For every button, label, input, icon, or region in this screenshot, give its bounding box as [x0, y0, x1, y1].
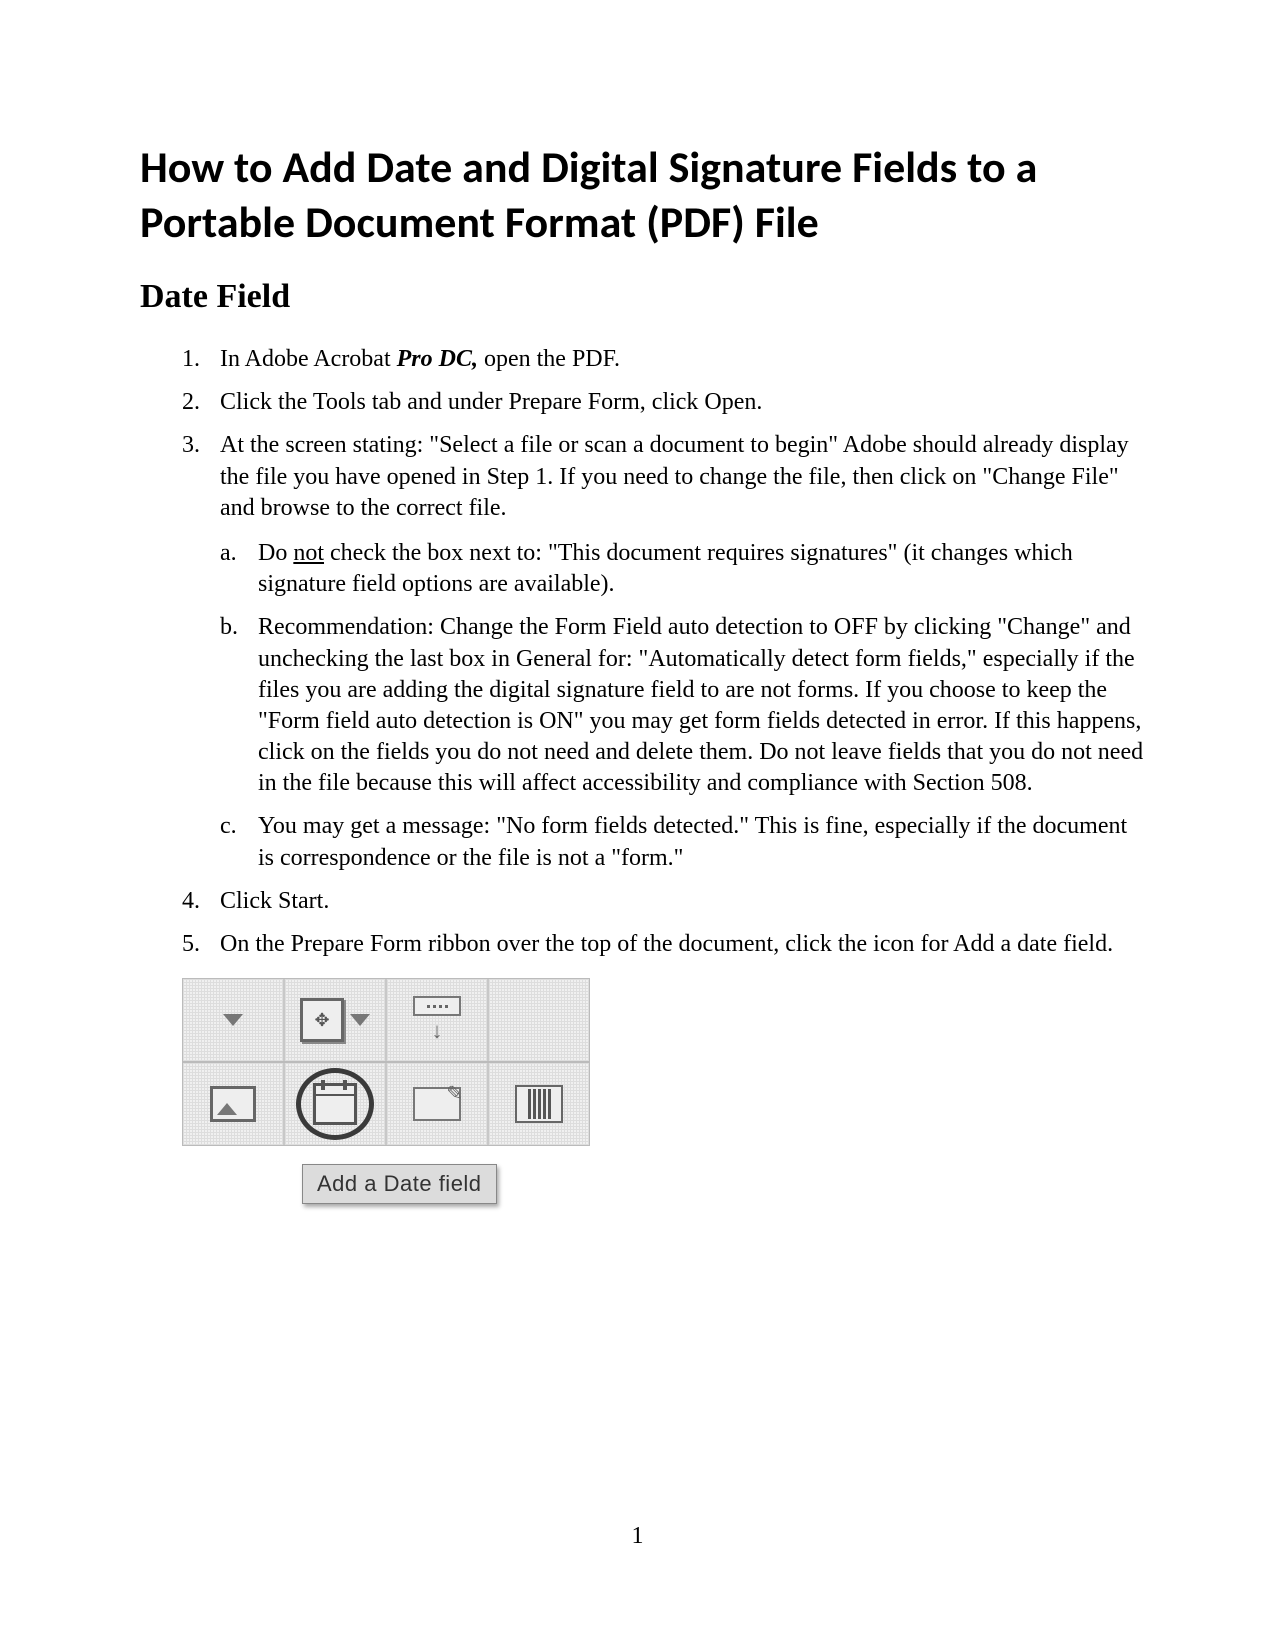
substep-marker: c.	[220, 811, 237, 842]
barcode-icon	[515, 1085, 563, 1123]
ribbon-screenshot: ✥ ↓	[182, 978, 1145, 1204]
ribbon-empty-cell	[489, 979, 589, 1061]
ribbon-row-top: ✥ ↓	[183, 979, 589, 1061]
ribbon-dropdown-field-cell: ↓	[387, 979, 489, 1061]
move-tool-icon: ✥	[300, 998, 344, 1042]
step-text: Click the Tools tab and under Prepare Fo…	[220, 389, 762, 415]
substep-text: Do not check the box next to: "This docu…	[258, 540, 1073, 597]
chevron-down-icon	[350, 1014, 370, 1026]
substep-marker: b.	[220, 612, 238, 643]
step-1: 1. In Adobe Acrobat Pro DC, open the PDF…	[182, 344, 1145, 375]
calendar-icon	[313, 1083, 357, 1125]
ribbon-date-field-cell	[285, 1063, 387, 1145]
step-marker: 5.	[182, 929, 200, 960]
step-text: On the Prepare Form ribbon over the top …	[220, 931, 1113, 957]
step-5: 5. On the Prepare Form ribbon over the t…	[182, 929, 1145, 960]
substep-b: b. Recommendation: Change the Form Field…	[220, 612, 1145, 799]
substep-text: You may get a message: "No form fields d…	[258, 813, 1127, 870]
steps-list: 1. In Adobe Acrobat Pro DC, open the PDF…	[182, 344, 1145, 960]
page-number: 1	[0, 1523, 1275, 1550]
ribbon-row-bottom	[183, 1061, 589, 1145]
dropdown-field-icon	[413, 996, 461, 1016]
substep-text: Recommendation: Change the Form Field au…	[258, 614, 1143, 796]
chevron-down-icon	[223, 1014, 243, 1026]
step-text: At the screen stating: "Select a file or…	[220, 432, 1129, 520]
step-marker: 1.	[182, 344, 200, 375]
prepare-form-ribbon: ✥ ↓	[182, 978, 590, 1146]
tooltip-add-date-field: Add a Date field	[302, 1164, 497, 1204]
step-marker: 2.	[182, 387, 200, 418]
step-marker: 4.	[182, 886, 200, 917]
ribbon-barcode-field-cell	[489, 1063, 589, 1145]
arrow-down-icon: ↓	[432, 1018, 443, 1044]
substep-c: c. You may get a message: "No form field…	[220, 811, 1145, 873]
ribbon-dropdown-cell	[183, 979, 285, 1061]
ribbon-image-field-cell	[183, 1063, 285, 1145]
substeps-list: a. Do not check the box next to: "This d…	[220, 538, 1145, 874]
substep-marker: a.	[220, 538, 237, 569]
page-title: How to Add Date and Digital Signature Fi…	[140, 140, 1145, 250]
substep-a: a. Do not check the box next to: "This d…	[220, 538, 1145, 600]
step-marker: 3.	[182, 430, 200, 461]
step-2: 2. Click the Tools tab and under Prepare…	[182, 387, 1145, 418]
signature-field-icon	[413, 1087, 461, 1121]
step-3: 3. At the screen stating: "Select a file…	[182, 430, 1145, 873]
step-4: 4. Click Start.	[182, 886, 1145, 917]
ribbon-signature-field-cell	[387, 1063, 489, 1145]
step-text: In Adobe Acrobat Pro DC, open the PDF.	[220, 346, 620, 372]
image-field-icon	[210, 1086, 256, 1122]
ribbon-tool-cell: ✥	[285, 979, 387, 1061]
step-text: Click Start.	[220, 888, 329, 914]
section-heading: Date Field	[140, 278, 1145, 316]
